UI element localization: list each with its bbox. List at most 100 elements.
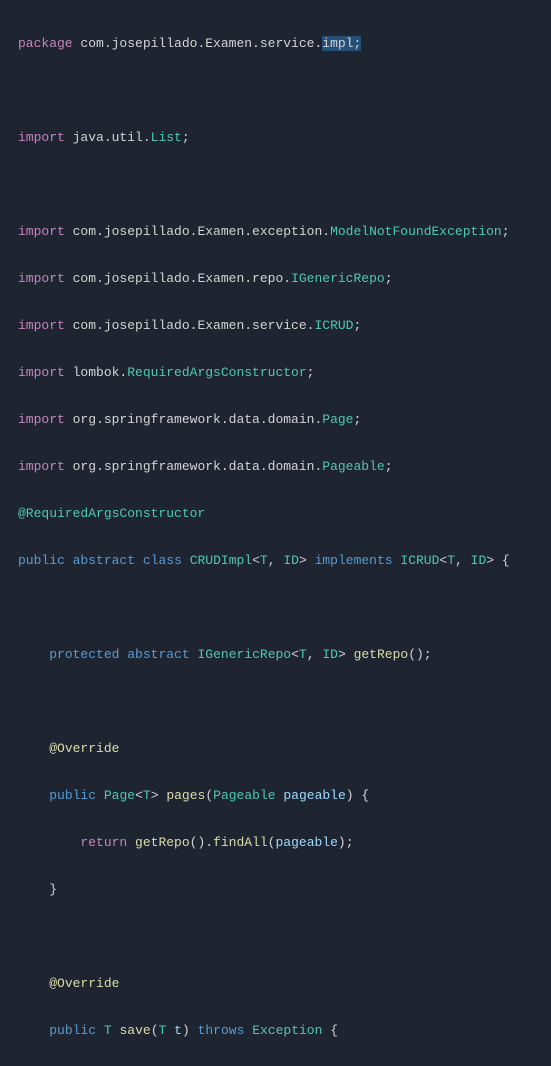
type-name: List — [151, 130, 182, 145]
code-line: protected abstract IGenericRepo<T, ID> g… — [18, 643, 551, 667]
keyword-public: public — [49, 788, 96, 803]
blank-line — [18, 173, 551, 197]
punct: > — [338, 647, 346, 662]
code-line: public T save(T t) throws Exception { — [18, 1019, 551, 1043]
punct: , — [455, 553, 471, 568]
punct: ; — [502, 224, 510, 239]
code-line: public abstract class CRUDImpl<T, ID> im… — [18, 549, 551, 573]
punct: ) { — [346, 788, 369, 803]
import-path: com.josepillado.Examen.repo. — [73, 271, 291, 286]
keyword-public: public — [49, 1023, 96, 1038]
type-var: T — [143, 788, 151, 803]
punct: ; — [385, 459, 393, 474]
punct: ; — [353, 318, 361, 333]
blank-line — [18, 79, 551, 103]
import-path: org.springframework.data.domain. — [73, 459, 323, 474]
code-line: import com.josepillado.Examen.service.IC… — [18, 314, 551, 338]
interface-name: ICRUD — [400, 553, 439, 568]
punct: ; — [307, 365, 315, 380]
blank-line — [18, 925, 551, 949]
punct: ; — [182, 130, 190, 145]
arg-name: pageable — [275, 835, 337, 850]
type-var: ID — [471, 553, 487, 568]
type-name: IGenericRepo — [291, 271, 385, 286]
punct: < — [252, 553, 260, 568]
method-name: pages — [166, 788, 205, 803]
type-var: T — [260, 553, 268, 568]
code-line: @Override — [18, 972, 551, 996]
param-name: pageable — [283, 788, 345, 803]
code-line: return getRepo().findAll(pageable); — [18, 831, 551, 855]
punct: > — [299, 553, 307, 568]
punct: ( — [268, 835, 276, 850]
package-path: com.josepillado.Examen.service. — [80, 36, 322, 51]
type-name: ModelNotFoundException — [330, 224, 502, 239]
selected-text: impl; — [322, 36, 361, 51]
import-path: org.springframework.data.domain. — [73, 412, 323, 427]
type-name: IGenericRepo — [197, 647, 291, 662]
blank-line — [18, 596, 551, 620]
keyword-import: import — [18, 459, 65, 474]
keyword-package: package — [18, 36, 73, 51]
type-var: T — [447, 553, 455, 568]
method-name: getRepo — [354, 647, 409, 662]
brace-open: { — [494, 553, 510, 568]
method-name: save — [119, 1023, 150, 1038]
code-line: package com.josepillado.Examen.service.i… — [18, 32, 551, 56]
code-line: import lombok.RequiredArgsConstructor; — [18, 361, 551, 385]
brace-close: } — [49, 882, 57, 897]
code-line: @Override — [18, 737, 551, 761]
annotation: @Override — [49, 976, 119, 991]
punct: (); — [408, 647, 431, 662]
type-name: RequiredArgsConstructor — [127, 365, 306, 380]
punct: ) — [182, 1023, 190, 1038]
keyword-protected: protected — [49, 647, 119, 662]
type-var: ID — [283, 553, 299, 568]
import-path: lombok. — [73, 365, 128, 380]
method-call: findAll — [213, 835, 268, 850]
type-name: Page — [322, 412, 353, 427]
type-name: ICRUD — [314, 318, 353, 333]
param-type: Pageable — [213, 788, 275, 803]
punct: ); — [338, 835, 354, 850]
keyword-class: class — [143, 553, 182, 568]
brace-open: { — [322, 1023, 338, 1038]
annotation: @RequiredArgsConstructor — [18, 506, 205, 521]
param-name: t — [174, 1023, 182, 1038]
punct: (). — [190, 835, 213, 850]
keyword-throws: throws — [198, 1023, 245, 1038]
code-line: import com.josepillado.Examen.repo.IGene… — [18, 267, 551, 291]
punct: ( — [205, 788, 213, 803]
keyword-import: import — [18, 271, 65, 286]
punct: < — [135, 788, 143, 803]
param-type: T — [159, 1023, 167, 1038]
punct: ; — [385, 271, 393, 286]
punct: , — [268, 553, 284, 568]
code-line: @RequiredArgsConstructor — [18, 502, 551, 526]
code-line: import com.josepillado.Examen.exception.… — [18, 220, 551, 244]
keyword-abstract: abstract — [127, 647, 189, 662]
punct: ( — [151, 1023, 159, 1038]
keyword-public: public — [18, 553, 65, 568]
type-var: T — [104, 1023, 112, 1038]
annotation: @Override — [49, 741, 119, 756]
keyword-return: return — [80, 835, 127, 850]
type-var: T — [299, 647, 307, 662]
type-name: Page — [104, 788, 135, 803]
exception-type: Exception — [252, 1023, 322, 1038]
keyword-import: import — [18, 318, 65, 333]
import-path: com.josepillado.Examen.exception. — [73, 224, 330, 239]
code-line: import org.springframework.data.domain.P… — [18, 408, 551, 432]
punct: ; — [353, 412, 361, 427]
code-editor[interactable]: package com.josepillado.Examen.service.i… — [0, 0, 551, 1066]
code-line: import java.util.List; — [18, 126, 551, 150]
punct: > — [151, 788, 159, 803]
code-line: import org.springframework.data.domain.P… — [18, 455, 551, 479]
keyword-abstract: abstract — [73, 553, 135, 568]
class-name: CRUDImpl — [190, 553, 252, 568]
punct: < — [291, 647, 299, 662]
keyword-import: import — [18, 224, 65, 239]
type-var: ID — [322, 647, 338, 662]
keyword-import: import — [18, 365, 65, 380]
keyword-import: import — [18, 412, 65, 427]
